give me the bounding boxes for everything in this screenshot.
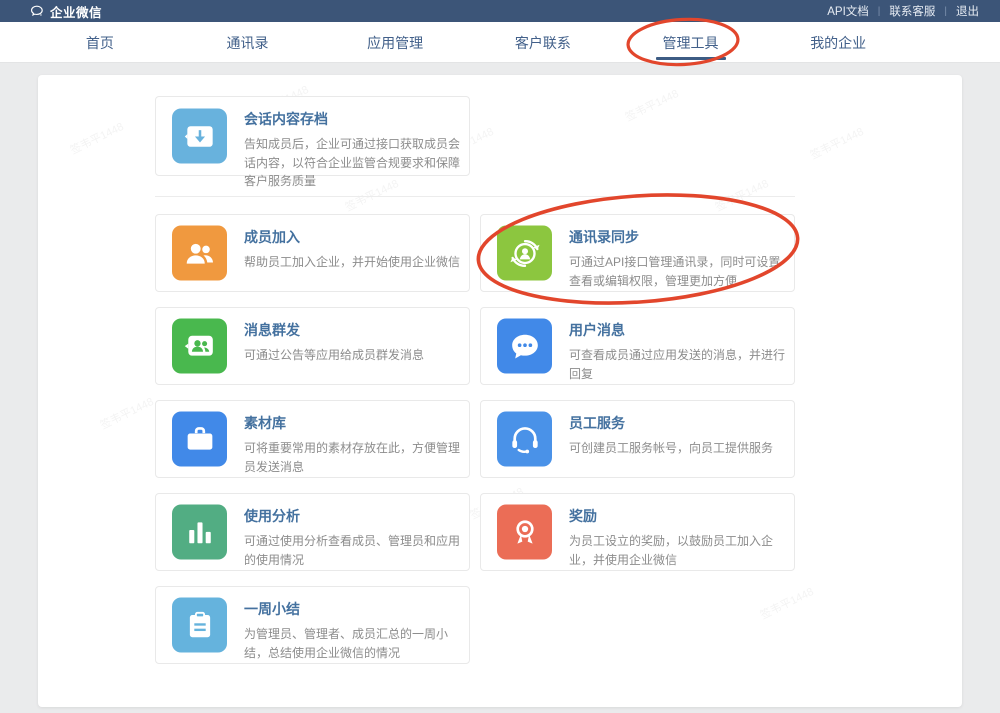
main-nav-bar: 首页 通讯录 应用管理 客户联系 管理工具 我的企业: [0, 22, 1000, 63]
card-description: 可通过公告等应用给成员群发消息: [244, 346, 461, 365]
usage-analysis-icon: [172, 505, 227, 560]
user-message-icon: [497, 319, 552, 374]
wechat-work-bubble-icon: [30, 4, 45, 19]
staff-service-icon: [497, 412, 552, 467]
tab-my-company[interactable]: 我的企业: [764, 22, 912, 63]
card-members-join[interactable]: 成员加入 帮助员工加入企业，并开始使用企业微信: [155, 214, 470, 292]
admin-tools-panel: 签韦平1448 签韦平1448 签韦平1448 签韦平1448 签韦平1448 …: [38, 75, 962, 707]
active-tab-underline: [656, 57, 726, 60]
tab-home[interactable]: 首页: [26, 22, 174, 63]
material-library-icon: [172, 412, 227, 467]
watermark: 签韦平1448: [712, 175, 771, 215]
card-title: 用户消息: [569, 320, 786, 340]
header-links: API文档 | 联系客服 | 退出: [818, 3, 988, 19]
archive-download-icon: [172, 109, 227, 164]
card-title: 一周小结: [244, 599, 461, 619]
card-usage-analysis[interactable]: 使用分析 可通过使用分析查看成员、管理员和应用的使用情况: [155, 493, 470, 571]
watermark: 签韦平1448: [97, 393, 156, 433]
card-user-message[interactable]: 用户消息 可查看成员通过应用发送的消息，并进行回复: [480, 307, 795, 385]
top-header-bar: 企业微信 API文档 | 联系客服 | 退出: [0, 0, 1000, 22]
card-staff-service[interactable]: 员工服务 可创建员工服务帐号，向员工提供服务: [480, 400, 795, 478]
card-title: 消息群发: [244, 320, 461, 340]
tab-contacts[interactable]: 通讯录: [174, 22, 322, 63]
bulk-message-icon: [172, 319, 227, 374]
card-description: 为管理员、管理者、成员汇总的一周小结，总结使用企业微信的情况: [244, 625, 461, 662]
members-join-icon: [172, 226, 227, 281]
watermark: 签韦平1448: [622, 85, 681, 125]
card-title: 会话内容存档: [244, 109, 461, 129]
card-title: 员工服务: [569, 413, 786, 433]
tab-admin-tools[interactable]: 管理工具: [617, 22, 765, 63]
card-bulk-message[interactable]: 消息群发 可通过公告等应用给成员群发消息: [155, 307, 470, 385]
card-description: 帮助员工加入企业，并开始使用企业微信: [244, 253, 461, 272]
reward-icon: [497, 505, 552, 560]
card-description: 可通过API接口管理通讯录，同时可设置查看或编辑权限，管理更加方便: [569, 253, 786, 290]
app-logo[interactable]: 企业微信: [30, 2, 102, 21]
watermark: 签韦平1448: [807, 123, 866, 163]
weekly-summary-icon: [172, 598, 227, 653]
logout-link[interactable]: 退出: [947, 3, 988, 19]
section-divider: [155, 196, 795, 197]
card-title: 成员加入: [244, 227, 461, 247]
card-title: 奖励: [569, 506, 786, 526]
card-material-library[interactable]: 素材库 可将重要常用的素材存放在此，方便管理员发送消息: [155, 400, 470, 478]
contact-support-link[interactable]: 联系客服: [880, 3, 944, 19]
card-weekly-summary[interactable]: 一周小结 为管理员、管理者、成员汇总的一周小结，总结使用企业微信的情况: [155, 586, 470, 664]
card-description: 可将重要常用的素材存放在此，方便管理员发送消息: [244, 439, 461, 476]
card-reward[interactable]: 奖励 为员工设立的奖励，以鼓励员工加入企业，并使用企业微信: [480, 493, 795, 571]
tab-customer-contact[interactable]: 客户联系: [469, 22, 617, 63]
contacts-sync-icon: [497, 226, 552, 281]
card-description: 可查看成员通过应用发送的消息，并进行回复: [569, 346, 786, 383]
card-session-archive[interactable]: 会话内容存档 告知成员后，企业可通过接口获取成员会话内容，以符合企业监管合规要求…: [155, 96, 470, 176]
card-description: 告知成员后，企业可通过接口获取成员会话内容，以符合企业监管合规要求和保障客户服务…: [244, 135, 461, 191]
card-description: 为员工设立的奖励，以鼓励员工加入企业，并使用企业微信: [569, 532, 786, 569]
watermark: 签韦平1448: [67, 118, 126, 158]
tab-app-management[interactable]: 应用管理: [321, 22, 469, 63]
card-description: 可创建员工服务帐号，向员工提供服务: [569, 439, 786, 458]
api-docs-link[interactable]: API文档: [818, 3, 878, 19]
card-title: 使用分析: [244, 506, 461, 526]
watermark: 签韦平1448: [757, 583, 816, 623]
card-description: 可通过使用分析查看成员、管理员和应用的使用情况: [244, 532, 461, 569]
card-title: 素材库: [244, 413, 461, 433]
card-title: 通讯录同步: [569, 227, 786, 247]
card-contacts-sync[interactable]: 通讯录同步 可通过API接口管理通讯录，同时可设置查看或编辑权限，管理更加方便: [480, 214, 795, 292]
app-title: 企业微信: [50, 2, 102, 21]
